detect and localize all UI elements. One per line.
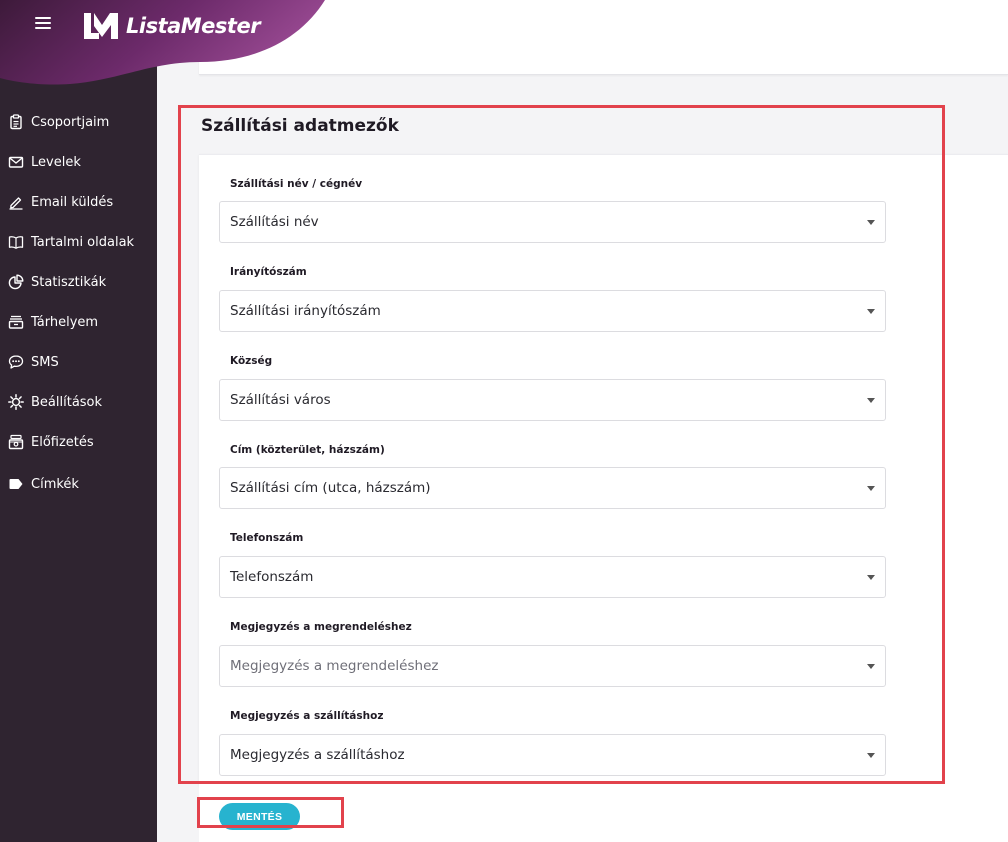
sidebar-item-statisztikak[interactable]: Statisztikák <box>0 262 157 302</box>
hamburger-line <box>35 27 51 29</box>
chevron-down-icon <box>867 753 875 758</box>
select-value: Telefonszám <box>230 569 314 585</box>
chevron-down-icon <box>867 664 875 669</box>
chevron-down-icon <box>867 575 875 580</box>
sidebar: Csoportjaim Levelek Email küldés Tartalm… <box>0 0 157 842</box>
field-label-phone: Telefonszám <box>230 532 304 544</box>
book-icon <box>8 234 24 250</box>
section-title: Szállítási adatmezők <box>201 116 399 136</box>
LM-logo-icon <box>84 13 118 39</box>
cash-register-icon <box>8 434 24 450</box>
sidebar-item-levelek[interactable]: Levelek <box>0 142 157 182</box>
envelope-icon <box>8 154 24 170</box>
actions-area <box>199 786 1008 842</box>
sidebar-item-label: Csoportjaim <box>31 114 110 130</box>
sidebar-item-email-kuldes[interactable]: Email küldés <box>0 182 157 222</box>
app-root: Csoportjaim Levelek Email küldés Tartalm… <box>0 0 1008 842</box>
address-select[interactable]: Szállítási cím (utca, házszám) <box>219 467 886 509</box>
sidebar-item-label: Beállítások <box>31 394 103 410</box>
chevron-down-icon <box>867 486 875 491</box>
sidebar-item-tartalmi-oldalak[interactable]: Tartalmi oldalak <box>0 222 157 262</box>
sidebar-item-label: Statisztikák <box>31 274 107 290</box>
sidebar-item-label: Előfizetés <box>31 434 94 450</box>
select-value: Szállítási irányítószám <box>230 303 381 319</box>
pie-chart-icon <box>8 274 24 290</box>
sidebar-item-elofizetes[interactable]: Előfizetés <box>0 422 157 462</box>
sidebar-item-label: SMS <box>31 354 59 370</box>
chevron-down-icon <box>867 220 875 225</box>
tag-icon <box>8 476 24 492</box>
select-placeholder: Megjegyzés a megrendeléshez <box>230 658 439 674</box>
field-label-address: Cím (közterület, házszám) <box>230 444 385 456</box>
zip-select[interactable]: Szállítási irányítószám <box>219 290 886 332</box>
field-label-city: Község <box>230 355 273 367</box>
shipping-name-select[interactable]: Szállítási név <box>219 201 886 243</box>
sidebar-item-label: Címkék <box>31 476 79 492</box>
sidebar-item-label: Tárhelyem <box>31 314 99 330</box>
sidebar-nav: Csoportjaim Levelek Email küldés Tartalm… <box>0 102 157 504</box>
save-button[interactable]: MENTÉS <box>219 803 300 830</box>
field-label-shipping-note: Megjegyzés a szállításhoz <box>230 710 384 722</box>
city-select[interactable]: Szállítási város <box>219 379 886 421</box>
sidebar-item-cimkek[interactable]: Címkék <box>0 464 157 504</box>
chevron-down-icon <box>867 309 875 314</box>
field-label-shipping-name: Szállítási név / cégnév <box>230 178 363 190</box>
field-label-zip: Irányítószám <box>230 266 307 278</box>
hamburger-line <box>35 17 51 19</box>
select-value: Megjegyzés a szállításhoz <box>230 747 405 763</box>
sidebar-item-csoportjaim[interactable]: Csoportjaim <box>0 102 157 142</box>
sidebar-item-tarhelyem[interactable]: Tárhelyem <box>0 302 157 342</box>
select-value: Szállítási város <box>230 392 331 408</box>
chat-bubble-icon <box>8 354 24 370</box>
sidebar-item-label: Email küldés <box>31 194 114 210</box>
sidebar-item-label: Levelek <box>31 154 81 170</box>
select-value: Szállítási név <box>230 214 319 230</box>
hamburger-line <box>35 22 51 24</box>
sidebar-item-beallitasok[interactable]: Beállítások <box>0 382 157 422</box>
order-note-select[interactable]: Megjegyzés a megrendeléshez <box>219 645 886 687</box>
pencil-icon <box>8 194 24 210</box>
chevron-down-icon <box>867 398 875 403</box>
phone-select[interactable]: Telefonszám <box>219 556 886 598</box>
sidebar-item-label: Tartalmi oldalak <box>31 234 135 250</box>
shipping-note-select[interactable]: Megjegyzés a szállításhoz <box>219 734 886 776</box>
select-value: Szállítási cím (utca, házszám) <box>230 480 431 496</box>
brand-name: ListaMester <box>126 14 261 38</box>
menu-toggle-button[interactable] <box>35 17 51 29</box>
field-label-order-note: Megjegyzés a megrendeléshez <box>230 621 412 633</box>
gear-icon <box>8 394 24 410</box>
brand-logo[interactable]: ListaMester <box>82 10 261 42</box>
clipboard-icon <box>8 114 24 130</box>
archive-icon <box>8 314 24 330</box>
sidebar-item-sms[interactable]: SMS <box>0 342 157 382</box>
